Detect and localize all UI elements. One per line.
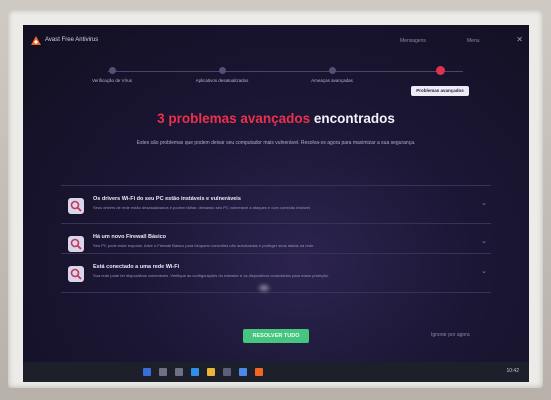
step-dot-active — [435, 66, 445, 75]
page-title: 3 problemas avançados encontrados — [23, 111, 529, 126]
magnifier-warning-icon — [68, 236, 84, 252]
issue-title: Os drivers Wi-Fi do seu PC estão instáve… — [93, 196, 241, 202]
step-label: Aplicativos desatualizados — [195, 78, 249, 83]
magnifier-warning-icon — [68, 266, 84, 282]
screen: Avast Free Antivirus Mensagens Menu ✕ Ve… — [23, 25, 529, 382]
resolve-all-button[interactable]: RESOLVER TUDO — [243, 329, 309, 343]
windows-start-icon[interactable] — [143, 368, 151, 376]
chevron-down-icon[interactable]: ⌄ — [481, 237, 487, 245]
step-outdated-apps: Aplicativos desatualizados — [177, 67, 267, 84]
skip-link[interactable]: Ignorar por agora — [431, 332, 470, 338]
taskbar: 10:42 — [23, 362, 529, 382]
issue-description: Seus drivers de rede estão desatualizado… — [93, 205, 311, 210]
app-title: Avast Free Antivirus — [45, 37, 99, 43]
search-icon[interactable] — [159, 368, 167, 376]
step-label: Verificação de Vírus — [91, 78, 133, 83]
screen-glare — [259, 285, 269, 291]
chevron-down-icon[interactable]: ⌄ — [481, 199, 487, 207]
chevron-down-icon[interactable]: ⌄ — [481, 267, 487, 275]
step-dot — [108, 67, 116, 74]
step-label: Ameaças avançadas — [311, 78, 353, 83]
issue-description: Sua rede pode ter dispositivos vulneráve… — [93, 273, 329, 278]
magnifier-warning-icon — [68, 198, 84, 214]
messages-link[interactable]: Mensagens — [400, 38, 426, 44]
titlebar: Avast Free Antivirus Mensagens Menu ✕ — [23, 25, 529, 51]
step-advanced-issues: Problemas avançados — [395, 66, 485, 97]
step-virus-scan: Verificação de Vírus — [67, 67, 157, 84]
issue-title: Há um novo Firewall Básico — [93, 234, 167, 240]
found-text: encontrados — [313, 111, 395, 126]
step-dot — [218, 67, 226, 74]
step-label: Problemas avançados — [411, 86, 469, 96]
task-view-icon[interactable] — [175, 368, 183, 376]
issue-description: Seu PC pode estar exposto. Ative o Firew… — [93, 243, 315, 248]
issue-title: Está conectado a uma rede Wi-Fi — [93, 264, 180, 270]
issue-row-wifi-drivers[interactable]: Os drivers Wi-Fi do seu PC estão instáve… — [61, 185, 491, 224]
avast-logo-icon — [31, 36, 41, 45]
avast-taskbar-icon[interactable] — [255, 368, 263, 376]
taskbar-clock[interactable]: 10:42 — [506, 368, 519, 374]
mail-icon[interactable] — [239, 368, 247, 376]
step-advanced-threats: Ameaças avançadas — [287, 67, 377, 84]
issue-count-text: 3 problemas avançados — [157, 111, 311, 126]
edge-browser-icon[interactable] — [191, 368, 199, 376]
app-window: Avast Free Antivirus Mensagens Menu ✕ Ve… — [23, 25, 529, 362]
step-dot — [328, 67, 336, 74]
close-icon[interactable]: ✕ — [516, 35, 523, 44]
store-icon[interactable] — [223, 368, 231, 376]
issue-row-wifi-network[interactable]: Está conectado a uma rede Wi-Fi Sua rede… — [61, 253, 491, 293]
page-subtitle: Estes são problemas que podem deixar seu… — [136, 140, 416, 146]
file-explorer-icon[interactable] — [207, 368, 215, 376]
menu-link[interactable]: Menu — [467, 38, 480, 44]
